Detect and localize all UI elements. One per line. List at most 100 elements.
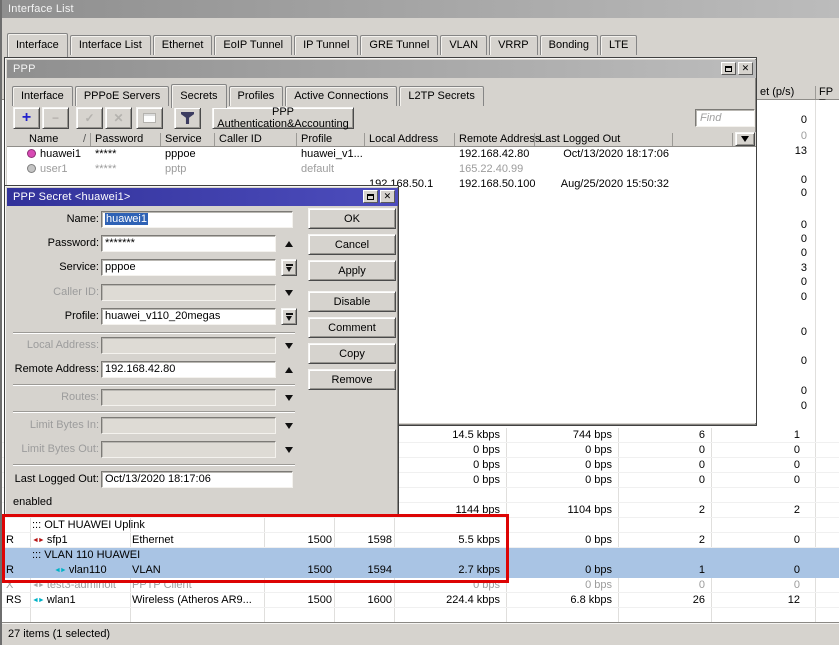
remove-icon[interactable]: −	[42, 107, 69, 129]
add-icon[interactable]: +	[13, 107, 40, 129]
annotation-red-rectangle	[2, 514, 509, 583]
secrets-column-header-service[interactable]: Service	[165, 133, 202, 145]
disable-button[interactable]: Disable	[308, 291, 396, 312]
tx-packet-cell: 0	[622, 443, 705, 458]
maximize-icon[interactable]	[363, 190, 378, 203]
header-separator	[214, 133, 215, 146]
tab-vlan[interactable]: VLAN	[440, 35, 487, 55]
ppp-titlebar[interactable]: PPP ✕	[7, 60, 756, 78]
expand-arrow-icon[interactable]	[282, 389, 296, 406]
field-name[interactable]: huawei1	[101, 211, 293, 228]
close-icon[interactable]: ✕	[380, 190, 395, 203]
secrets-column-header-local-address[interactable]: Local Address	[369, 133, 438, 145]
tab-lte[interactable]: LTE	[600, 35, 637, 55]
field-local-address[interactable]	[101, 337, 276, 354]
sort-indicator-icon: /	[83, 133, 86, 145]
find-input[interactable]	[695, 109, 755, 127]
expand-arrow-icon[interactable]	[282, 417, 296, 434]
tab-pppoe-servers[interactable]: PPPoE Servers	[75, 86, 169, 106]
header-separator	[534, 133, 535, 146]
cancel-button[interactable]: Cancel	[308, 234, 396, 255]
group-separator	[13, 411, 295, 413]
ppp-authentication-button[interactable]: PPP Authentication&Accounting	[212, 107, 354, 129]
field-profile[interactable]: huawei_v110_20megas	[101, 308, 276, 325]
secret-row[interactable]: user1*****pptpdefault165.22.40.99	[7, 162, 756, 177]
ppp-secret-dialog: PPP Secret <huawei1> ✕ Name:huawei1Passw…	[4, 185, 399, 516]
tab-profiles[interactable]: Profiles	[229, 86, 284, 106]
secrets-table-header[interactable]: Name Password Service Caller ID Profile Local…	[7, 132, 756, 147]
close-icon[interactable]: ✕	[738, 62, 753, 75]
field-limit-bytes-out[interactable]	[101, 441, 276, 458]
rx-cell: 0 bps	[510, 578, 612, 593]
ppp-toolbar: PPP Authentication&Accounting +−✓✕	[7, 106, 756, 132]
tab-active-connections[interactable]: Active Connections	[285, 86, 397, 106]
tab-gre-tunnel[interactable]: GRE Tunnel	[360, 35, 438, 55]
filter-icon[interactable]	[174, 107, 201, 129]
secret-row[interactable]: huawei1*****pppoehuawei_v1...192.168.42.…	[7, 147, 756, 162]
ok-button[interactable]: OK	[308, 208, 396, 229]
ppp-secret-icon	[27, 164, 36, 173]
disable-icon[interactable]: ✕	[105, 107, 132, 129]
tab-interface[interactable]: Interface	[7, 33, 68, 57]
field-service[interactable]: pppoe	[101, 259, 276, 276]
last-logged-out-cell: Aug/25/2020 15:50:32	[537, 177, 669, 192]
maximize-icon[interactable]	[721, 62, 736, 75]
secrets-column-header-caller-id[interactable]: Caller ID	[219, 133, 262, 145]
rx-packet-cell: 0	[715, 458, 800, 473]
remote-address-cell: 192.168.50.100	[459, 177, 535, 192]
field-caller-id[interactable]	[101, 284, 276, 301]
field-last-logged-out[interactable]: Oct/13/2020 18:17:06	[101, 471, 293, 488]
field-value: *******	[105, 237, 135, 249]
comment-icon[interactable]	[136, 107, 163, 129]
profile-cell: huawei_v1...	[301, 147, 365, 162]
tab-eoip-tunnel[interactable]: EoIP Tunnel	[214, 35, 292, 55]
expand-arrow-icon[interactable]	[282, 337, 296, 354]
dropdown-icon[interactable]	[281, 259, 297, 276]
mtu-cell: 1500	[270, 593, 332, 608]
tx-packet-cell: 2	[622, 503, 705, 518]
dropdown-icon[interactable]	[281, 308, 297, 325]
secrets-column-header-name[interactable]: Name	[29, 133, 58, 145]
chevron-down-icon	[741, 136, 749, 142]
tab-interface[interactable]: Interface	[12, 86, 73, 106]
copy-button[interactable]: Copy	[308, 343, 396, 364]
field-password[interactable]: *******	[101, 235, 276, 252]
secrets-column-header-remote-address[interactable]: Remote Address	[459, 133, 540, 145]
tab-ethernet[interactable]: Ethernet	[153, 35, 213, 55]
dialog-titlebar[interactable]: PPP Secret <huawei1> ✕	[7, 188, 398, 206]
tab-bonding[interactable]: Bonding	[540, 35, 598, 55]
local-address-cell	[369, 162, 455, 177]
interface-list-titlebar[interactable]: Interface List	[2, 0, 839, 18]
expand-arrow-icon[interactable]	[282, 441, 296, 458]
comment-button[interactable]: Comment	[308, 317, 396, 338]
tab-secrets[interactable]: Secrets	[171, 84, 226, 108]
rx-cell: 1104 bps	[510, 503, 612, 518]
column-menu-button[interactable]	[735, 132, 755, 146]
last-logged-out-cell	[537, 162, 669, 177]
interface-row[interactable]: RS◄►wlan1Wireless (Atheros AR9...1500160…	[2, 593, 839, 608]
field-label-service: Service:	[7, 259, 99, 276]
secrets-column-header-password[interactable]: Password	[95, 133, 143, 145]
field-routes[interactable]	[101, 389, 276, 406]
field-remote-address[interactable]: 192.168.42.80	[101, 361, 276, 378]
field-limit-bytes-in[interactable]	[101, 417, 276, 434]
enable-icon[interactable]: ✓	[76, 107, 103, 129]
remove-button[interactable]: Remove	[308, 369, 396, 390]
bg-column-header-et-p-s[interactable]: et (p/s)	[760, 86, 794, 98]
secrets-column-header-profile[interactable]: Profile	[301, 133, 332, 145]
ppp-title: PPP	[13, 63, 36, 75]
tab-vrrp[interactable]: VRRP	[489, 35, 538, 55]
tx-cell: 0 bps	[396, 473, 500, 488]
apply-button[interactable]: Apply	[308, 260, 396, 281]
expand-arrow-icon[interactable]	[282, 284, 296, 301]
tab-l2tp-secrets[interactable]: L2TP Secrets	[399, 86, 483, 106]
tab-ip-tunnel[interactable]: IP Tunnel	[294, 35, 358, 55]
tab-interface-list[interactable]: Interface List	[70, 35, 151, 55]
comment-icon	[143, 113, 156, 123]
dialog-status-text: enabled	[13, 496, 52, 508]
collapse-arrow-icon[interactable]	[282, 235, 296, 252]
collapse-arrow-icon[interactable]	[282, 361, 296, 378]
secrets-column-header-last-logged-out[interactable]: Last Logged Out	[539, 133, 620, 145]
field-value: huawei_v110_20megas	[105, 310, 220, 322]
remote-address-cell: 165.22.40.99	[459, 162, 535, 177]
